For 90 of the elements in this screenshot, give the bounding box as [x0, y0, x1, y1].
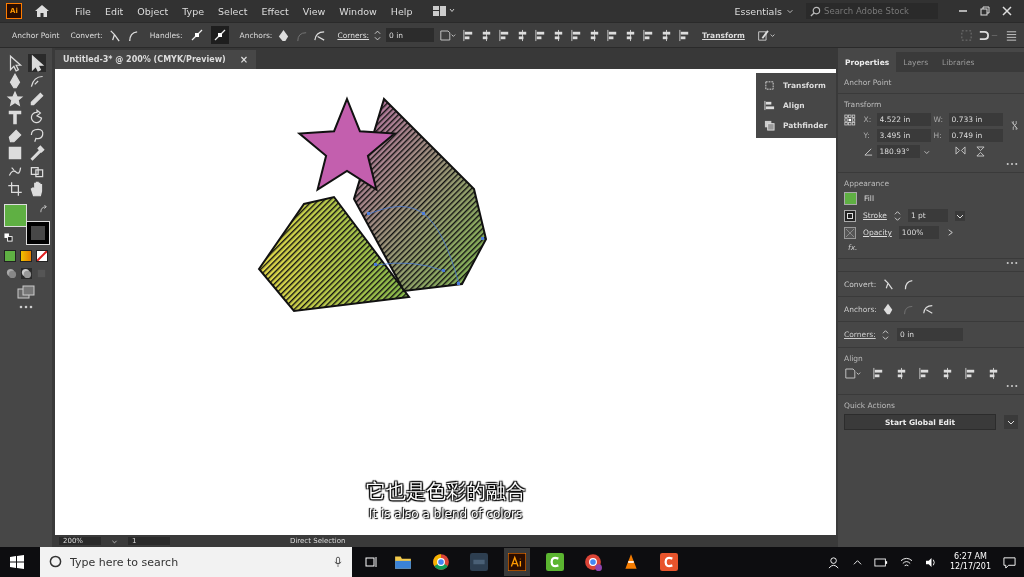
dropdown-icon[interactable] — [1004, 415, 1018, 429]
menu-item[interactable]: Window — [332, 5, 384, 17]
more-options-icon[interactable] — [1006, 261, 1018, 265]
star-tool-icon[interactable] — [6, 90, 24, 108]
wifi-icon — [899, 556, 913, 568]
menu-item[interactable]: Select — [211, 5, 255, 17]
menu-item[interactable]: Help — [383, 5, 420, 17]
cut-path-icon[interactable] — [922, 303, 934, 315]
home-icon[interactable] — [34, 4, 50, 18]
color-mode-swatch[interactable] — [4, 250, 16, 262]
draw-normal-icon[interactable] — [5, 268, 17, 279]
align-icon — [764, 100, 775, 111]
people-icon[interactable] — [827, 555, 841, 569]
align-to-icon[interactable] — [844, 367, 862, 380]
search-field[interactable]: Search Adobe Stock — [806, 3, 938, 19]
arrange-documents-icon[interactable] — [433, 6, 456, 16]
stroke-swatch-icon[interactable] — [844, 209, 856, 222]
swap-icon[interactable] — [39, 205, 48, 214]
gradient-tool-icon[interactable] — [6, 144, 24, 162]
close-icon[interactable] — [1002, 6, 1012, 16]
search-icon — [49, 555, 62, 568]
align-icon[interactable] — [918, 367, 931, 380]
clock-date: 12/17/201 — [949, 562, 991, 572]
artboard-tool-icon[interactable] — [6, 180, 24, 198]
stepper-icon[interactable] — [893, 209, 901, 222]
remove-anchor-icon[interactable] — [882, 303, 894, 315]
align-icon[interactable] — [964, 367, 977, 380]
subtitle-text: 它也是色彩的融合 — [365, 478, 526, 505]
document-tab[interactable]: Untitled-3* @ 200% (CMYK/Preview) × — [55, 50, 257, 69]
menu-icon[interactable] — [1005, 28, 1018, 42]
align-icon[interactable] — [987, 367, 1000, 380]
windows-start-icon[interactable] — [10, 555, 24, 569]
link-icon[interactable] — [1010, 119, 1018, 132]
gradient-mode-swatch[interactable] — [20, 250, 32, 262]
opacity-icon[interactable] — [844, 226, 856, 239]
align-icon[interactable] — [895, 367, 908, 380]
menu-item[interactable]: Effect — [254, 5, 296, 17]
flip-vertical-icon[interactable] — [975, 146, 985, 157]
angle-icon — [863, 147, 873, 156]
pathfinder-icon — [764, 120, 775, 131]
align-icon[interactable] — [941, 367, 954, 380]
menu-item[interactable]: Edit — [97, 5, 131, 17]
more-icon[interactable] — [19, 305, 33, 309]
illustrator-app-icon[interactable] — [504, 548, 530, 576]
stroke-swatch[interactable] — [27, 222, 49, 244]
type-tool-icon[interactable] — [6, 108, 24, 126]
align-icon[interactable] — [872, 367, 885, 380]
fill-swatch[interactable] — [844, 192, 857, 205]
close-tab-button[interactable]: × — [239, 54, 249, 65]
more-options-icon[interactable] — [1006, 384, 1018, 388]
reference-point-icon[interactable] — [844, 113, 856, 127]
draw-behind-icon[interactable] — [20, 268, 32, 279]
chevron-up-icon[interactable] — [852, 557, 862, 567]
menu-item[interactable]: Type — [175, 5, 212, 17]
more-options-icon[interactable] — [1006, 162, 1018, 166]
search-icon — [810, 6, 821, 17]
lasso-tool-icon[interactable] — [28, 126, 46, 144]
caret-icon[interactable] — [786, 7, 794, 15]
default-colors-icon[interactable] — [4, 233, 13, 242]
notification-icon[interactable] — [1003, 555, 1016, 569]
stepper-icon[interactable] — [374, 28, 382, 42]
corner-point-icon[interactable] — [882, 278, 894, 290]
workspace-switcher[interactable]: Essentials — [734, 5, 782, 17]
screen-mode-icon[interactable] — [17, 285, 35, 299]
smooth-point-icon[interactable] — [902, 278, 914, 290]
menu-item[interactable]: File — [68, 5, 98, 17]
stepper-icon[interactable] — [882, 328, 889, 341]
menu-item[interactable]: View — [295, 5, 333, 17]
transform-icon — [764, 80, 775, 91]
taskbar-search-field[interactable]: Type here to search — [40, 547, 352, 577]
none-swatch-icon[interactable] — [36, 250, 48, 262]
remove-anchor-icon[interactable] — [277, 28, 291, 42]
task-view-icon[interactable] — [364, 555, 378, 569]
direct-selection-tool-icon[interactable] — [28, 54, 46, 72]
pencil-tool-icon[interactable] — [28, 90, 46, 108]
connect-path-icon — [902, 303, 914, 315]
clock-time: 6:27 AM — [954, 552, 987, 562]
volume-icon — [924, 556, 938, 568]
subtitle-text: It is also a blend of colors — [368, 507, 523, 521]
align-to-icon[interactable] — [439, 28, 458, 42]
eyedropper-tool-icon[interactable] — [28, 144, 46, 162]
flip-horizontal-icon[interactable] — [954, 146, 966, 155]
cut-path-icon[interactable] — [313, 28, 327, 42]
battery-icon — [873, 557, 888, 567]
dropdown-icon[interactable] — [954, 210, 965, 221]
menu-item[interactable]: Object — [130, 5, 176, 17]
microphone-icon[interactable] — [334, 556, 342, 568]
restore-icon[interactable] — [980, 6, 990, 16]
hide-handles-icon[interactable] — [210, 26, 229, 44]
magnet-icon[interactable] — [978, 28, 1000, 42]
